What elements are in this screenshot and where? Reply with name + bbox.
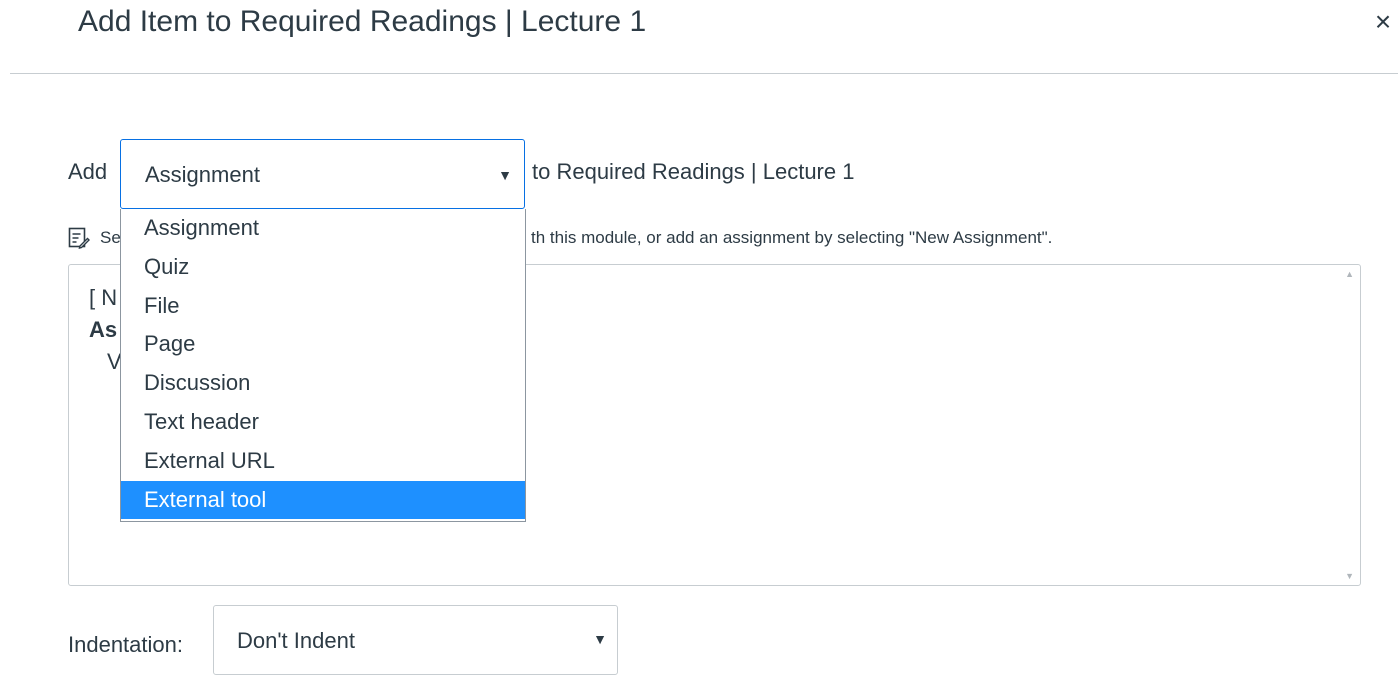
type-option-external-tool[interactable]: External tool: [121, 480, 525, 520]
add-suffix-label: to Required Readings | Lecture 1: [532, 159, 855, 184]
indentation-label: Indentation:: [68, 632, 183, 657]
type-option-file[interactable]: File: [121, 287, 525, 326]
scroll-up-icon[interactable]: ▲: [1345, 269, 1354, 279]
item-type-dropdown-list: Assignment Quiz File Page Discussion Tex…: [120, 209, 526, 522]
scroll-down-icon[interactable]: ▼: [1345, 571, 1354, 581]
info-text-start: Se: [100, 228, 121, 247]
type-option-discussion[interactable]: Discussion: [121, 364, 525, 403]
type-option-quiz[interactable]: Quiz: [121, 248, 525, 287]
add-prefix-label: Add: [68, 159, 108, 184]
type-option-assignment[interactable]: Assignment: [121, 209, 525, 248]
indentation-select-value: Don't Indent: [237, 628, 355, 653]
list-option-new-assignment[interactable]: [ N: [89, 283, 117, 313]
type-option-external-url[interactable]: External URL: [121, 442, 525, 481]
edit-document-icon: [68, 227, 90, 249]
header-divider: [10, 73, 1398, 74]
indentation-select[interactable]: Don't Indent ▼: [213, 605, 618, 675]
caret-down-icon: ▼: [498, 167, 512, 183]
info-text-end: th this module, or add an assignment by …: [531, 228, 1053, 247]
type-option-text-header[interactable]: Text header: [121, 403, 525, 442]
close-button[interactable]: ×: [1370, 6, 1396, 38]
list-group-assignments: As: [89, 317, 118, 342]
item-type-select[interactable]: Assignment ▼: [120, 139, 525, 209]
caret-down-icon: ▼: [593, 631, 607, 647]
item-type-select-value: Assignment: [145, 162, 260, 187]
dialog-title: Add Item to Required Readings | Lecture …: [78, 5, 647, 38]
type-option-page[interactable]: Page: [121, 325, 525, 364]
